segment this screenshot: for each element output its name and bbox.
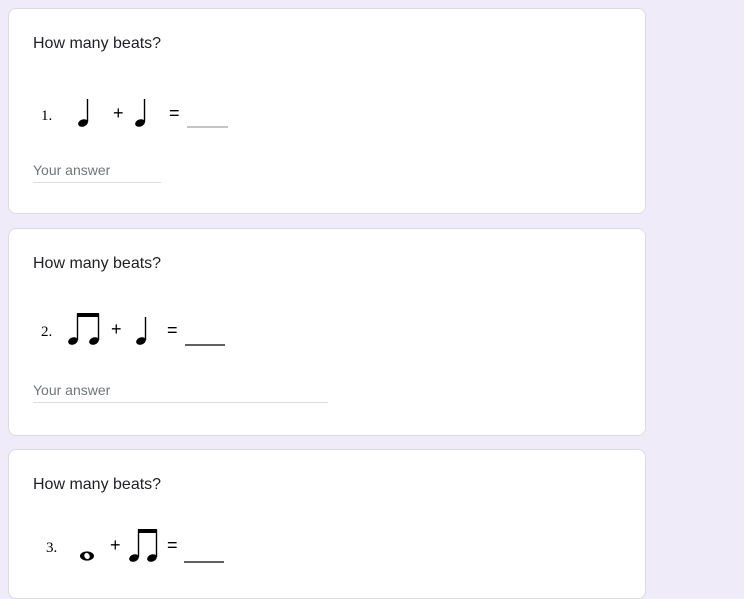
question-title: How many beats? [33, 35, 162, 52]
quarter-note-icon [135, 99, 146, 127]
quarter-note-icon [136, 317, 147, 345]
question-card-2: How many beats? 2. + = [8, 228, 646, 436]
plus-sign: + [113, 103, 124, 123]
beamed-eighth-notes-icon [129, 529, 158, 562]
question-image: 1. + = [41, 99, 228, 128]
problem-number: 3. [46, 540, 57, 556]
answer-input[interactable] [33, 157, 161, 183]
whole-note-icon [80, 551, 94, 561]
plus-sign: + [110, 535, 121, 555]
equals-sign: = [169, 103, 180, 123]
question-card-3: How many beats? 3. + = [8, 449, 646, 599]
beamed-eighth-notes-icon [68, 313, 100, 345]
answer-input[interactable] [33, 377, 328, 403]
question-image: 3. + = [46, 529, 224, 563]
equals-sign: = [167, 535, 178, 555]
question-title: How many beats? [33, 476, 162, 493]
question-title: How many beats? [33, 255, 162, 272]
equals-sign: = [167, 320, 178, 340]
problem-number: 2. [41, 324, 52, 340]
plus-sign: + [111, 319, 122, 339]
quarter-note-icon [78, 99, 89, 127]
question-image: 2. + = [41, 313, 225, 346]
question-card-1: How many beats? 1. + = [8, 8, 646, 214]
problem-number: 1. [41, 108, 52, 124]
